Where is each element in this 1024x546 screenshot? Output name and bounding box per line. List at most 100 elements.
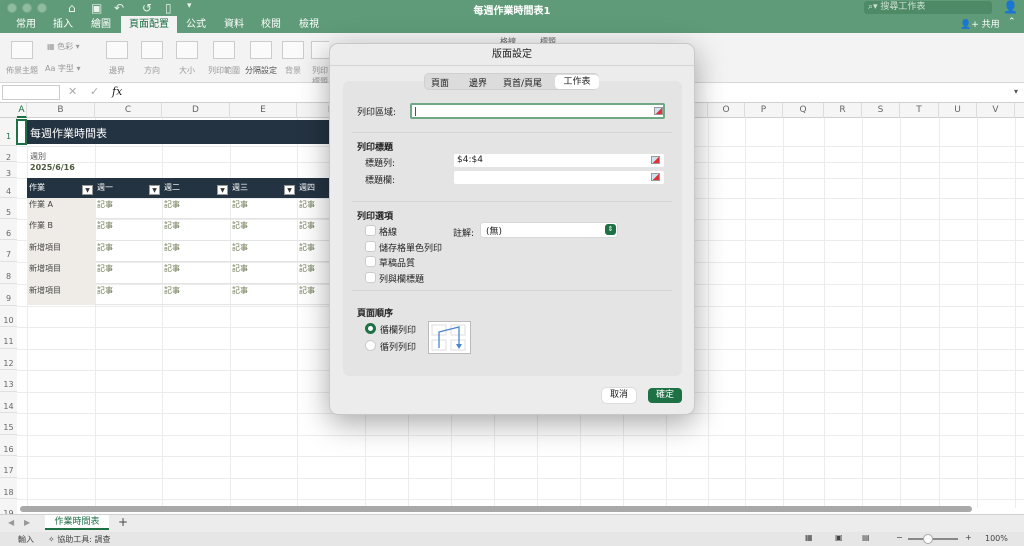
function-icon[interactable]: fx [112,85,122,98]
column-header-R[interactable]: R [824,103,862,118]
zoom-slider[interactable] [908,538,958,540]
enter-icon[interactable]: ✓ [90,85,99,98]
cancel-icon[interactable]: ✕ [68,85,77,98]
down-then-over-radio[interactable] [365,323,376,334]
print-titles-button[interactable]: 列印標題 [311,41,329,87]
draft-quality-checkbox[interactable] [365,256,376,267]
note-cell[interactable]: 記事 [232,242,248,253]
row-header-4[interactable]: 4 [0,178,17,198]
orientation-button[interactable]: 方向 [137,41,167,76]
row-header-2[interactable]: 2 [0,146,17,162]
rows-repeat-input[interactable]: $4:$4 [454,154,664,167]
row-header-6[interactable]: 6 [0,219,17,240]
note-cell[interactable]: 記事 [299,199,315,210]
tab-margins[interactable]: 邊界 [469,76,487,89]
row-header-11[interactable]: 11 [0,327,17,349]
row-header-9[interactable]: 9 [0,284,17,306]
share-button[interactable]: 👤+ 共用 [960,17,1000,30]
background-button[interactable]: 背景 [281,41,305,76]
filter-dropdown-icon[interactable]: ▼ [284,185,295,195]
column-header-D[interactable]: D [162,103,230,118]
colors-button[interactable]: ▦ 色彩 ▾ [47,41,80,52]
tab-page[interactable]: 頁面 [431,76,449,89]
note-cell[interactable]: 記事 [97,220,113,231]
column-header-Q[interactable]: Q [783,103,824,118]
row-header-10[interactable]: 10 [0,306,17,327]
collapse-dialog-icon[interactable] [651,173,660,181]
tab-formulas[interactable]: 公式 [178,16,214,33]
note-cell[interactable]: 記事 [164,285,180,296]
column-header-U[interactable]: U [939,103,977,118]
column-header-O[interactable]: O [708,103,745,118]
task-name-cell[interactable]: 新增項目 [29,242,61,253]
breaks-button[interactable]: 分隔設定 [243,41,279,76]
black-and-white-checkbox[interactable] [365,241,376,252]
tab-page-layout[interactable]: 頁面配置 [121,16,177,33]
margins-button[interactable]: 邊界 [102,41,132,76]
tab-sheet[interactable]: 工作表 [555,75,599,89]
zoom-in-button[interactable]: + [965,533,972,542]
zoom-out-button[interactable]: − [896,533,903,542]
note-cell[interactable]: 記事 [299,220,315,231]
page-break-view-icon[interactable]: ▤ [862,533,870,542]
collapse-dialog-icon[interactable] [654,107,663,115]
fonts-button[interactable]: Aa 字型 ▾ [45,63,80,74]
zoom-level[interactable]: 100% [985,534,1008,543]
row-header-18[interactable]: 18 [0,478,17,499]
column-header-S[interactable]: S [862,103,900,118]
ok-button[interactable]: 確定 [648,388,682,403]
tab-data[interactable]: 資料 [216,16,252,33]
note-cell[interactable]: 記事 [232,285,248,296]
filter-dropdown-icon[interactable]: ▼ [149,185,160,195]
week-date[interactable]: 2025/6/16 [30,163,75,172]
note-cell[interactable]: 記事 [97,242,113,253]
print-area-input[interactable] [410,103,665,119]
row-header-7[interactable]: 7 [0,240,17,262]
task-name-cell[interactable]: 新增項目 [29,285,61,296]
column-header-C[interactable]: C [95,103,162,118]
size-button[interactable]: 大小 [172,41,202,76]
normal-view-icon[interactable]: ▦ [805,533,813,542]
note-cell[interactable]: 記事 [232,220,248,231]
account-icon[interactable]: 👤 [1003,0,1018,14]
row-header-5[interactable]: 5 [0,198,17,219]
expand-formula-icon[interactable]: ▾ [1014,87,1018,96]
tab-insert[interactable]: 插入 [45,16,81,33]
note-cell[interactable]: 記事 [97,263,113,274]
note-cell[interactable]: 記事 [299,263,315,274]
search-input[interactable]: ⌕▾ 搜尋工作表 [864,1,992,14]
column-header-E[interactable]: E [230,103,297,118]
column-header-P[interactable]: P [745,103,783,118]
column-header-A[interactable]: A [17,103,27,118]
horizontal-scrollbar[interactable] [20,506,972,512]
note-cell[interactable]: 記事 [232,199,248,210]
row-header-15[interactable]: 15 [0,413,17,435]
note-cell[interactable]: 記事 [97,285,113,296]
note-cell[interactable]: 記事 [232,263,248,274]
row-col-headings-checkbox[interactable] [365,272,376,283]
row-header-1[interactable]: 1 [0,120,17,146]
themes-button[interactable]: 佈景主題 [6,41,38,76]
note-cell[interactable]: 記事 [97,199,113,210]
note-cell[interactable]: 記事 [164,220,180,231]
tab-draw[interactable]: 繪圖 [83,16,119,33]
filter-dropdown-icon[interactable]: ▼ [82,185,93,195]
column-header-T[interactable]: T [900,103,939,118]
sheet-tab-active[interactable]: 作業時間表 [45,515,109,530]
comments-select[interactable]: (無) ⇕ [481,223,617,237]
print-area-button[interactable]: 列印範圍 [205,41,243,76]
task-name-cell[interactable]: 作業 A [29,199,53,210]
cancel-button[interactable]: 取消 [602,388,636,403]
collapse-ribbon-icon[interactable]: ⌃ [1008,17,1016,27]
note-cell[interactable]: 記事 [299,285,315,296]
row-header-17[interactable]: 17 [0,456,17,478]
note-cell[interactable]: 記事 [299,242,315,253]
note-cell[interactable]: 記事 [164,263,180,274]
cols-repeat-input[interactable] [454,171,664,184]
next-sheet-icon[interactable]: ▶ [24,518,30,527]
note-cell[interactable]: 記事 [164,199,180,210]
over-then-down-radio[interactable] [365,340,376,351]
task-name-cell[interactable]: 新增項目 [29,263,61,274]
filter-dropdown-icon[interactable]: ▼ [217,185,228,195]
column-header-V[interactable]: V [977,103,1015,118]
